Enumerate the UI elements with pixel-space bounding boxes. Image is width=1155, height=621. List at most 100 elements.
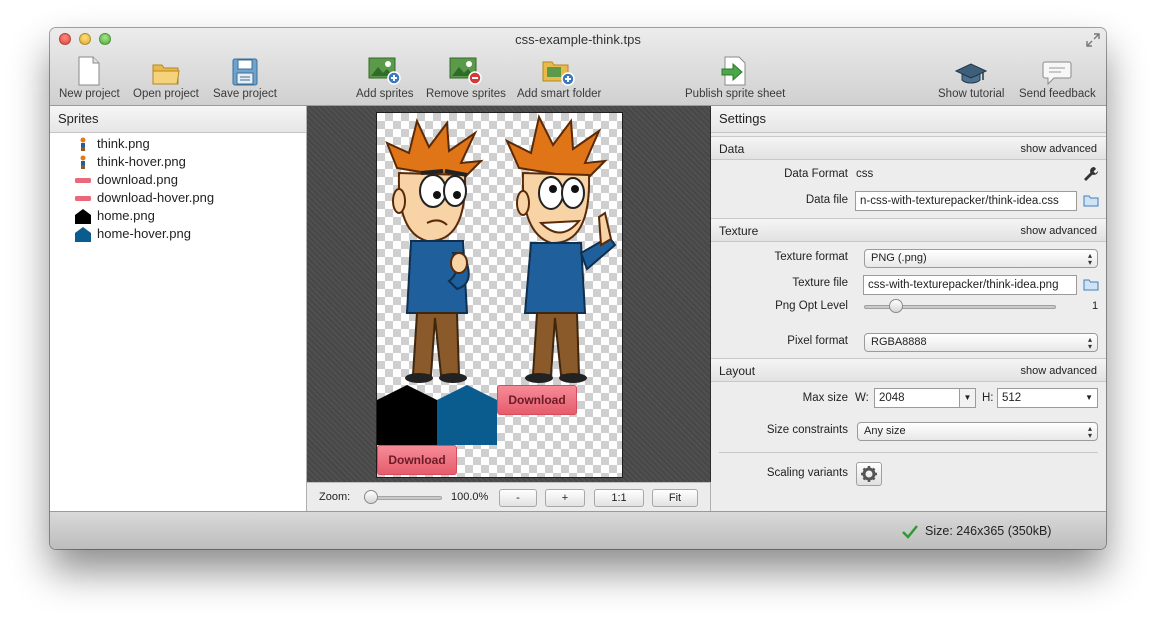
gear-icon <box>861 466 877 482</box>
zoom-bar: Zoom: 100.0% - + 1:1 Fit <box>307 482 711 511</box>
data-file-row: Data file n-css-with-texturepacker/think… <box>711 188 1106 214</box>
sprite-item-home-hover[interactable]: home-hover.png <box>50 225 306 243</box>
texture-file-input[interactable]: css-with-texturepacker/think-idea.png <box>863 275 1077 295</box>
layout-show-advanced-link[interactable]: show advanced <box>1021 359 1097 383</box>
home-icon <box>75 227 91 242</box>
status-bar: Size: 246x365 (350kB) <box>50 511 1106 549</box>
remove-sprites-button[interactable]: Remove sprites <box>426 56 506 100</box>
download-button-icon <box>75 196 91 201</box>
sprite-sheet-canvas[interactable]: Download Download <box>307 106 711 482</box>
home-sprite <box>377 385 437 445</box>
data-format-value: css <box>856 168 874 180</box>
zoom-slider-handle[interactable] <box>364 490 378 504</box>
home-hover-sprite <box>437 385 497 445</box>
chevron-down-icon[interactable]: ▼ <box>959 389 975 407</box>
sprites-panel: Sprites think.png think-hover.png downlo… <box>50 106 307 511</box>
texture-format-row: Texture format PNG (.png) ▴ ▾ <box>711 245 1106 271</box>
open-project-label: Open project <box>133 88 199 100</box>
png-opt-level-value: 1 <box>1092 300 1099 312</box>
size-constraints-select[interactable]: Any size ▴ ▾ <box>857 422 1098 441</box>
zoom-actual-size-button[interactable]: 1:1 <box>594 489 644 507</box>
select-arrows-icon: ▴ ▾ <box>1087 424 1092 440</box>
remove-image-icon <box>449 57 482 85</box>
sprite-sheet-preview: Download Download <box>376 112 623 478</box>
width-label: W: <box>855 392 869 404</box>
character-icon <box>80 155 86 169</box>
texture-section-title: Texture <box>719 224 759 238</box>
think-sprite <box>385 118 484 383</box>
settings-panel-title: Settings <box>711 106 1106 133</box>
sprite-list: think.png think-hover.png download.png d… <box>50 133 306 243</box>
height-label: H: <box>982 392 994 404</box>
layout-section-header: Layout show advanced <box>711 358 1106 382</box>
sprites-panel-title: Sprites <box>50 106 306 133</box>
save-project-button[interactable]: Save project <box>213 56 277 100</box>
browse-folder-icon[interactable] <box>1083 278 1099 291</box>
texture-format-select[interactable]: PNG (.png) ▴ ▾ <box>864 249 1098 268</box>
publish-sprite-sheet-button[interactable]: Publish sprite sheet <box>685 56 785 100</box>
sprite-item-home[interactable]: home.png <box>50 207 306 225</box>
send-feedback-label: Send feedback <box>1019 88 1096 100</box>
check-icon <box>902 525 918 539</box>
add-smart-folder-button[interactable]: Add smart folder <box>517 56 601 100</box>
open-project-button[interactable]: Open project <box>133 56 199 100</box>
speech-bubble-icon <box>1042 61 1072 86</box>
remove-sprites-label: Remove sprites <box>426 88 506 100</box>
zoom-value: 100.0% <box>451 491 489 503</box>
title-bar: css-example-think.tps New project Open p… <box>50 28 1106 106</box>
zoom-fit-button[interactable]: Fit <box>652 489 698 507</box>
download-button-icon <box>75 178 91 183</box>
size-constraints-label: Size constraints <box>766 424 848 436</box>
sprite-name: download.png <box>97 172 178 187</box>
sprite-item-think-hover[interactable]: think-hover.png <box>50 153 306 171</box>
png-opt-level-row: Png Opt Level 1 <box>711 297 1106 323</box>
texture-file-row: Texture file css-with-texturepacker/thin… <box>711 271 1106 297</box>
app-window: css-example-think.tps New project Open p… <box>50 28 1106 549</box>
data-format-label: Data Format <box>784 168 848 180</box>
new-project-label: New project <box>59 88 120 100</box>
pixel-format-value: RGBA8888 <box>871 336 927 348</box>
wrench-icon[interactable] <box>1083 166 1099 182</box>
pixel-format-select[interactable]: RGBA8888 ▴ ▾ <box>864 333 1098 352</box>
publish-label: Publish sprite sheet <box>685 88 786 100</box>
browse-folder-icon[interactable] <box>1083 194 1099 207</box>
sprite-name: think.png <box>97 136 150 151</box>
sprite-item-think[interactable]: think.png <box>50 135 306 153</box>
sprite-item-download-hover[interactable]: download-hover.png <box>50 189 306 207</box>
settings-panel: Settings Data show advanced Data Format … <box>711 106 1106 511</box>
zoom-in-button[interactable]: + <box>545 489 585 507</box>
add-sprites-button[interactable]: Add sprites <box>356 56 414 100</box>
show-tutorial-button[interactable]: Show tutorial <box>938 56 1004 100</box>
data-file-input[interactable]: n-css-with-texturepacker/think-idea.css <box>855 191 1077 211</box>
send-feedback-button[interactable]: Send feedback <box>1019 56 1096 100</box>
sprite-name: think-hover.png <box>97 154 186 169</box>
size-constraints-value: Any size <box>864 425 906 437</box>
add-smart-folder-label: Add smart folder <box>517 88 602 100</box>
data-format-row: Data Format css <box>711 162 1106 188</box>
max-size-label: Max size <box>802 392 848 404</box>
png-opt-level-handle[interactable] <box>889 299 903 313</box>
texture-format-value: PNG (.png) <box>871 252 927 264</box>
select-arrows-icon: ▴ ▾ <box>1087 251 1092 267</box>
sprite-name: download-hover.png <box>97 190 215 205</box>
select-arrows-icon: ▴ ▾ <box>1087 335 1092 351</box>
sprite-name: home-hover.png <box>97 226 191 241</box>
scaling-variants-label: Scaling variants <box>766 467 848 479</box>
data-file-label: Data file <box>805 194 848 206</box>
home-icon <box>75 209 91 224</box>
max-width-combo[interactable]: 2048 ▼ <box>874 388 976 408</box>
pixel-format-row: Pixel format RGBA8888 ▴ ▾ <box>711 329 1106 355</box>
data-show-advanced-link[interactable]: show advanced <box>1021 137 1097 161</box>
max-height-combo[interactable]: 512 ▼ <box>997 388 1098 408</box>
texture-show-advanced-link[interactable]: show advanced <box>1021 219 1097 243</box>
fullscreen-icon[interactable] <box>1086 33 1100 47</box>
scaling-variants-button[interactable] <box>856 462 882 486</box>
sprite-item-download[interactable]: download.png <box>50 171 306 189</box>
new-project-button[interactable]: New project <box>59 56 120 100</box>
sprite-name: home.png <box>97 208 155 223</box>
sheet-size-status: Size: 246x365 (350kB) <box>925 524 1052 538</box>
chevron-down-icon[interactable]: ▼ <box>1085 389 1093 407</box>
zoom-out-button[interactable]: - <box>499 489 537 507</box>
divider <box>719 452 1098 453</box>
show-tutorial-label: Show tutorial <box>938 88 1005 100</box>
